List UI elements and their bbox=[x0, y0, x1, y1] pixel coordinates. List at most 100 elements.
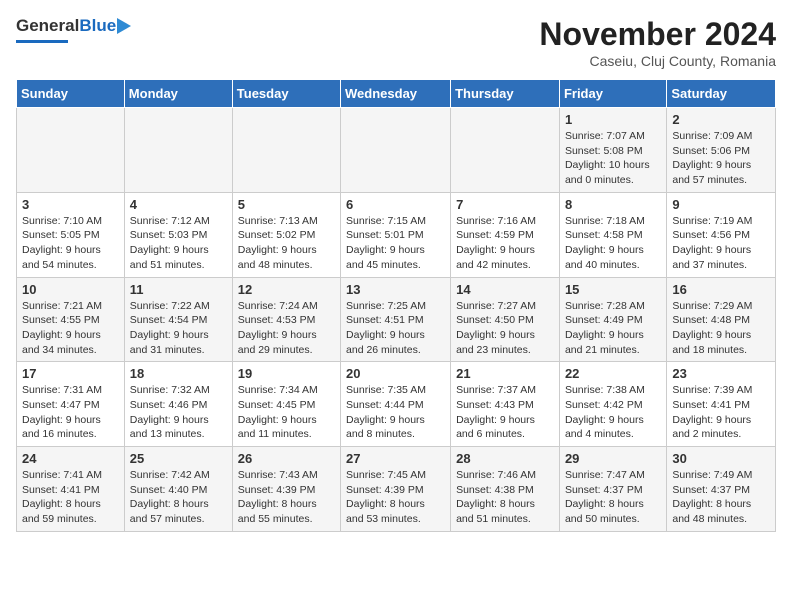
calendar-header-thursday: Thursday bbox=[451, 80, 560, 108]
calendar-cell bbox=[341, 108, 451, 193]
calendar-cell: 18 Sunrise: 7:32 AM Sunset: 4:46 PM Dayli… bbox=[124, 362, 232, 447]
day-number: 28 bbox=[456, 451, 554, 466]
day-number: 11 bbox=[130, 282, 227, 297]
day-info: Sunrise: 7:37 AM Sunset: 4:43 PM Dayligh… bbox=[456, 383, 554, 442]
logo: General Blue bbox=[16, 16, 131, 43]
day-info: Sunrise: 7:35 AM Sunset: 4:44 PM Dayligh… bbox=[346, 383, 445, 442]
day-info: Sunrise: 7:42 AM Sunset: 4:40 PM Dayligh… bbox=[130, 468, 227, 527]
day-number: 20 bbox=[346, 366, 445, 381]
calendar-cell: 11Sunrise: 7:22 AM Sunset: 4:54 PM Dayli… bbox=[124, 277, 232, 362]
calendar-cell: 22 Sunrise: 7:38 AM Sunset: 4:42 PM Dayli… bbox=[559, 362, 666, 447]
day-info: Sunrise: 7:38 AM Sunset: 4:42 PM Dayligh… bbox=[565, 383, 661, 442]
day-number: 5 bbox=[238, 197, 335, 212]
calendar-cell: 20 Sunrise: 7:35 AM Sunset: 4:44 PM Dayli… bbox=[341, 362, 451, 447]
day-number: 23 bbox=[672, 366, 770, 381]
calendar-week-3: 10 Sunrise: 7:21 AM Sunset: 4:55 PM Dayli… bbox=[17, 277, 776, 362]
day-info: Sunrise: 7:10 AM Sunset: 5:05 PM Dayligh… bbox=[22, 214, 119, 273]
calendar-cell: 24 Sunrise: 7:41 AM Sunset: 4:41 PM Dayli… bbox=[17, 447, 125, 532]
day-number: 3 bbox=[22, 197, 119, 212]
calendar-cell: 14 Sunrise: 7:27 AM Sunset: 4:50 PM Dayli… bbox=[451, 277, 560, 362]
calendar-week-5: 24 Sunrise: 7:41 AM Sunset: 4:41 PM Dayli… bbox=[17, 447, 776, 532]
day-number: 16 bbox=[672, 282, 770, 297]
day-number: 4 bbox=[130, 197, 227, 212]
logo-general: General bbox=[16, 16, 79, 36]
logo-blue: Blue bbox=[79, 16, 116, 36]
day-number: 18 bbox=[130, 366, 227, 381]
calendar-cell: 6 Sunrise: 7:15 AM Sunset: 5:01 PM Daylig… bbox=[341, 192, 451, 277]
calendar-cell: 29Sunrise: 7:47 AM Sunset: 4:37 PM Dayli… bbox=[559, 447, 666, 532]
day-info: Sunrise: 7:49 AM Sunset: 4:37 PM Dayligh… bbox=[672, 468, 770, 527]
day-info: Sunrise: 7:15 AM Sunset: 5:01 PM Dayligh… bbox=[346, 214, 445, 273]
calendar-cell: 12 Sunrise: 7:24 AM Sunset: 4:53 PM Dayli… bbox=[232, 277, 340, 362]
day-number: 24 bbox=[22, 451, 119, 466]
calendar-header-monday: Monday bbox=[124, 80, 232, 108]
day-number: 22 bbox=[565, 366, 661, 381]
day-info: Sunrise: 7:09 AM Sunset: 5:06 PM Dayligh… bbox=[672, 129, 770, 188]
calendar-cell: 5Sunrise: 7:13 AM Sunset: 5:02 PM Daylig… bbox=[232, 192, 340, 277]
logo-arrow-icon bbox=[117, 18, 131, 34]
day-number: 9 bbox=[672, 197, 770, 212]
page-title: November 2024 bbox=[539, 16, 776, 53]
calendar-cell: 19Sunrise: 7:34 AM Sunset: 4:45 PM Dayli… bbox=[232, 362, 340, 447]
day-info: Sunrise: 7:32 AM Sunset: 4:46 PM Dayligh… bbox=[130, 383, 227, 442]
header: General Blue November 2024 Caseiu, Cluj … bbox=[16, 16, 776, 69]
calendar-header-wednesday: Wednesday bbox=[341, 80, 451, 108]
day-info: Sunrise: 7:16 AM Sunset: 4:59 PM Dayligh… bbox=[456, 214, 554, 273]
day-info: Sunrise: 7:12 AM Sunset: 5:03 PM Dayligh… bbox=[130, 214, 227, 273]
day-number: 12 bbox=[238, 282, 335, 297]
day-info: Sunrise: 7:47 AM Sunset: 4:37 PM Dayligh… bbox=[565, 468, 661, 527]
calendar-cell: 4 Sunrise: 7:12 AM Sunset: 5:03 PM Daylig… bbox=[124, 192, 232, 277]
day-info: Sunrise: 7:24 AM Sunset: 4:53 PM Dayligh… bbox=[238, 299, 335, 358]
title-area: November 2024 Caseiu, Cluj County, Roman… bbox=[539, 16, 776, 69]
calendar-week-2: 3 Sunrise: 7:10 AM Sunset: 5:05 PM Daylig… bbox=[17, 192, 776, 277]
calendar-header-row: SundayMondayTuesdayWednesdayThursdayFrid… bbox=[17, 80, 776, 108]
day-number: 30 bbox=[672, 451, 770, 466]
day-info: Sunrise: 7:45 AM Sunset: 4:39 PM Dayligh… bbox=[346, 468, 445, 527]
calendar-cell: 26 Sunrise: 7:43 AM Sunset: 4:39 PM Dayli… bbox=[232, 447, 340, 532]
logo-underline bbox=[16, 40, 68, 43]
calendar-cell: 28Sunrise: 7:46 AM Sunset: 4:38 PM Dayli… bbox=[451, 447, 560, 532]
calendar-cell: 16 Sunrise: 7:29 AM Sunset: 4:48 PM Dayli… bbox=[667, 277, 776, 362]
day-info: Sunrise: 7:21 AM Sunset: 4:55 PM Dayligh… bbox=[22, 299, 119, 358]
day-number: 10 bbox=[22, 282, 119, 297]
day-info: Sunrise: 7:39 AM Sunset: 4:41 PM Dayligh… bbox=[672, 383, 770, 442]
day-number: 19 bbox=[238, 366, 335, 381]
calendar-header-sunday: Sunday bbox=[17, 80, 125, 108]
calendar-cell: 13Sunrise: 7:25 AM Sunset: 4:51 PM Dayli… bbox=[341, 277, 451, 362]
calendar-cell: 9 Sunrise: 7:19 AM Sunset: 4:56 PM Daylig… bbox=[667, 192, 776, 277]
day-number: 14 bbox=[456, 282, 554, 297]
calendar-week-4: 17Sunrise: 7:31 AM Sunset: 4:47 PM Dayli… bbox=[17, 362, 776, 447]
day-number: 26 bbox=[238, 451, 335, 466]
day-info: Sunrise: 7:28 AM Sunset: 4:49 PM Dayligh… bbox=[565, 299, 661, 358]
day-info: Sunrise: 7:27 AM Sunset: 4:50 PM Dayligh… bbox=[456, 299, 554, 358]
day-number: 1 bbox=[565, 112, 661, 127]
calendar-cell: 25 Sunrise: 7:42 AM Sunset: 4:40 PM Dayli… bbox=[124, 447, 232, 532]
calendar-cell bbox=[232, 108, 340, 193]
calendar-cell: 21Sunrise: 7:37 AM Sunset: 4:43 PM Dayli… bbox=[451, 362, 560, 447]
calendar-cell: 1Sunrise: 7:07 AM Sunset: 5:08 PM Daylig… bbox=[559, 108, 666, 193]
day-number: 27 bbox=[346, 451, 445, 466]
day-info: Sunrise: 7:41 AM Sunset: 4:41 PM Dayligh… bbox=[22, 468, 119, 527]
day-info: Sunrise: 7:19 AM Sunset: 4:56 PM Dayligh… bbox=[672, 214, 770, 273]
calendar-cell bbox=[451, 108, 560, 193]
day-info: Sunrise: 7:29 AM Sunset: 4:48 PM Dayligh… bbox=[672, 299, 770, 358]
day-info: Sunrise: 7:43 AM Sunset: 4:39 PM Dayligh… bbox=[238, 468, 335, 527]
day-info: Sunrise: 7:25 AM Sunset: 4:51 PM Dayligh… bbox=[346, 299, 445, 358]
calendar-header-tuesday: Tuesday bbox=[232, 80, 340, 108]
day-number: 7 bbox=[456, 197, 554, 212]
day-number: 6 bbox=[346, 197, 445, 212]
calendar-cell: 27 Sunrise: 7:45 AM Sunset: 4:39 PM Dayli… bbox=[341, 447, 451, 532]
calendar-cell bbox=[17, 108, 125, 193]
calendar-header-friday: Friday bbox=[559, 80, 666, 108]
day-number: 8 bbox=[565, 197, 661, 212]
day-info: Sunrise: 7:31 AM Sunset: 4:47 PM Dayligh… bbox=[22, 383, 119, 442]
calendar-cell: 17Sunrise: 7:31 AM Sunset: 4:47 PM Dayli… bbox=[17, 362, 125, 447]
calendar-cell: 10 Sunrise: 7:21 AM Sunset: 4:55 PM Dayli… bbox=[17, 277, 125, 362]
calendar-cell: 7 Sunrise: 7:16 AM Sunset: 4:59 PM Daylig… bbox=[451, 192, 560, 277]
day-number: 25 bbox=[130, 451, 227, 466]
day-number: 15 bbox=[565, 282, 661, 297]
calendar-week-1: 1Sunrise: 7:07 AM Sunset: 5:08 PM Daylig… bbox=[17, 108, 776, 193]
page-subtitle: Caseiu, Cluj County, Romania bbox=[539, 53, 776, 69]
calendar-cell: 30 Sunrise: 7:49 AM Sunset: 4:37 PM Dayli… bbox=[667, 447, 776, 532]
calendar-cell bbox=[124, 108, 232, 193]
